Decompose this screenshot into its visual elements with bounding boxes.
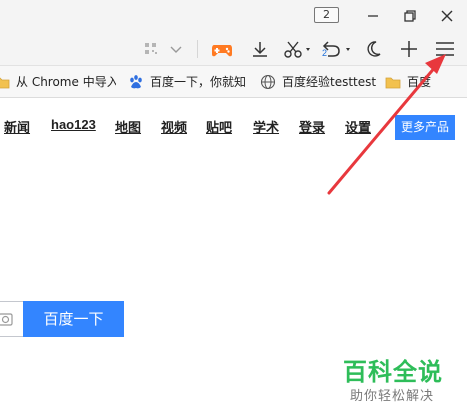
globe-icon	[260, 74, 276, 90]
download-icon[interactable]	[250, 37, 270, 61]
nav-link-tieba[interactable]: 贴吧	[206, 117, 232, 136]
tab-count-badge[interactable]: 2	[314, 7, 339, 23]
minimize-button[interactable]	[358, 4, 388, 28]
bookmark-baidu-jingyan[interactable]: 百度经验testtest	[260, 66, 376, 97]
title-bar: 2	[0, 0, 467, 32]
more-products-button[interactable]: 更多产品	[395, 115, 455, 140]
nav-link-map[interactable]: 地图	[115, 117, 141, 136]
close-icon	[441, 10, 453, 22]
folder-icon	[385, 75, 401, 89]
undo-count-badge: 2	[322, 48, 328, 58]
moon-icon[interactable]	[364, 37, 384, 61]
folder-icon	[0, 75, 10, 89]
scissors-icon[interactable]	[282, 37, 312, 61]
search-button[interactable]: 百度一下	[23, 301, 124, 337]
chevron-down-icon[interactable]	[169, 37, 183, 61]
watermark-logo: 百科全说	[343, 358, 443, 386]
nav-link-settings[interactable]: 设置	[345, 117, 371, 136]
nav-link-xueshu[interactable]: 学术	[253, 117, 279, 136]
address-bar[interactable]	[0, 32, 197, 63]
nav-link-login[interactable]: 登录	[299, 117, 325, 136]
restore-button[interactable]	[395, 4, 425, 28]
bookmarks-bar: 从 Chrome 中导入 百度一下，你就知道 百度经验testtest 百度	[0, 65, 467, 98]
restore-icon	[404, 10, 416, 22]
minimize-icon	[368, 15, 378, 17]
bookmark-import-chrome[interactable]: 从 Chrome 中导入	[0, 66, 116, 97]
plus-icon[interactable]	[399, 37, 419, 61]
bookmark-label: 百度一下，你就知道	[150, 75, 246, 89]
bookmark-label: 百度经验testtest	[282, 75, 377, 89]
menu-icon[interactable]	[434, 37, 456, 61]
bookmark-label: 百度	[407, 75, 432, 89]
game-controller-icon[interactable]	[209, 37, 235, 61]
toolbar-divider	[197, 40, 198, 58]
browser-toolbar	[0, 32, 467, 65]
baidu-paw-icon	[128, 74, 144, 90]
bookmark-baidu-folder[interactable]: 百度	[385, 66, 467, 97]
camera-icon[interactable]	[0, 302, 15, 338]
bookmark-baidu[interactable]: 百度一下，你就知道	[128, 66, 246, 97]
qr-code-icon[interactable]	[143, 37, 159, 61]
nav-link-news[interactable]: 新闻	[4, 117, 30, 136]
close-button[interactable]	[432, 4, 462, 28]
watermark-tagline: 助你轻松解决	[350, 389, 435, 404]
nav-link-video[interactable]: 视频	[161, 117, 187, 136]
nav-link-hao123[interactable]: hao123	[51, 117, 96, 132]
bookmark-label: 从 Chrome 中导入	[16, 75, 116, 89]
